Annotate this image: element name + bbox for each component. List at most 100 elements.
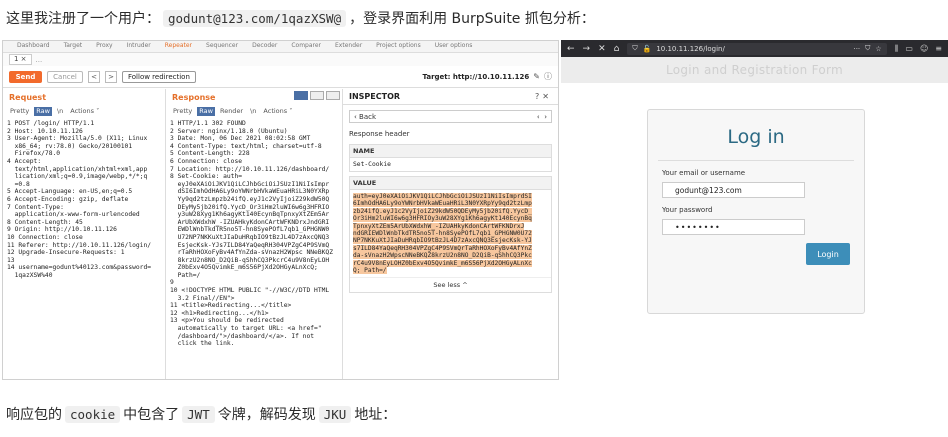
inspector-value-line: zb24ifQ.eyJ1c2VyIjoiZ29kdW50QDEyMy5jb20i… <box>353 207 532 215</box>
article-code-jwt: JWT <box>182 405 215 423</box>
repeater-panes: Request Pretty Raw \n Actions ˅ 1 POST /log… <box>3 89 558 379</box>
inspector-value-line: 6ImhOdHA6Ly9oYWNrbHVkaWEuaHRiL3N0YXRpYy9… <box>353 200 532 208</box>
page-actions-icon[interactable]: ··· <box>853 45 860 53</box>
request-line: 3 User-Agent: Mozilla/5.0 (X11; Linux <box>7 135 148 143</box>
response-line: U72NP7NKKuXtJIaDuHRqbIO9tBzJL4D7zAxcQNQ3 <box>170 233 330 241</box>
request-line: 11 Referer: http://10.10.11.126/login/ <box>7 241 152 249</box>
request-view-tabs: Pretty Raw \n Actions ˅ <box>3 105 165 117</box>
response-line: EWDlWnbTkdTR5no5T-hn8SyePOfL7qb1_GPHGNW0 <box>170 226 330 234</box>
shield-icon[interactable]: ⛉ <box>632 44 637 53</box>
insecure-lock-icon[interactable]: 🔓 <box>643 45 652 53</box>
layout-split-vertical-icon[interactable] <box>310 91 324 100</box>
response-line: click the link. <box>170 340 235 348</box>
response-line: 4 Content-Type: text/html; charset=utf-8 <box>170 142 322 150</box>
layout-tabs-icon[interactable] <box>326 91 340 100</box>
burp-tab-dashboard[interactable]: Dashboard <box>17 41 50 52</box>
inspector-value-text[interactable]: auth=eyJ0eXAiOiJKV1QiLCJhbGciOiJSUzI1NiI… <box>350 190 551 277</box>
inspector-back-bar[interactable]: ‹ Back ‹ › <box>349 110 552 123</box>
repeater-tab-more[interactable]: ... <box>36 56 43 64</box>
article-intro-prefix: 这里我注册了一个用户： <box>6 11 160 27</box>
bookmark-star-icon[interactable]: ☆ <box>875 45 881 53</box>
burp-tab-decoder[interactable]: Decoder <box>252 41 277 52</box>
burp-tab-intruder[interactable]: Intruder <box>127 41 151 52</box>
home-icon[interactable]: ⌂ <box>614 44 620 54</box>
response-line: 12 <h1>Redirecting...</h1> <box>170 309 269 317</box>
response-line: 9 <box>170 279 174 287</box>
request-line: 8 Content-Length: 45 <box>7 218 83 226</box>
follow-redirection-button[interactable]: Follow redirection <box>122 70 196 83</box>
burp-tab-target[interactable]: Target <box>64 41 83 52</box>
page-banner: Login and Registration Form <box>561 57 948 83</box>
pocket-icon[interactable]: ⛉ <box>865 44 870 53</box>
cancel-button[interactable]: Cancel <box>47 70 83 83</box>
close-icon[interactable]: ✕ <box>598 44 606 54</box>
history-forward-button[interactable]: > <box>105 70 117 83</box>
burp-tab-proxy[interactable]: Proxy <box>96 41 112 52</box>
burp-tab-user-options[interactable]: User options <box>435 41 473 52</box>
library-icon[interactable]: ⫼ <box>895 44 899 54</box>
inspector-value-header: VALUE <box>350 177 551 190</box>
address-bar[interactable]: ⛉ 🔓 10.10.11.126/login/ ··· ⛉ ☆ <box>627 42 887 55</box>
article-explanation-line: 响应包的 cookie 中包含了 JWT 令牌，解码发现 JKU 地址： <box>6 404 396 424</box>
article-text-4: 地址： <box>354 407 397 423</box>
chevron-right-icon[interactable]: › <box>544 113 547 121</box>
request-view-tab[interactable]: Pretty <box>8 107 31 116</box>
response-view-tab[interactable]: Raw <box>197 106 215 116</box>
send-button[interactable]: Send <box>9 70 42 83</box>
layout-split-horizontal-icon[interactable] <box>294 91 308 100</box>
close-icon[interactable]: ✕ <box>542 92 552 101</box>
response-line: automatically to target URL: <a href=" <box>170 325 322 333</box>
request-line: 1 POST /login/ HTTP/1.1 <box>7 120 95 127</box>
request-line: 7 Content-Type: <box>7 203 64 211</box>
request-view-tab[interactable]: Actions ˅ <box>68 107 101 116</box>
help-icon[interactable]: ⓘ <box>544 71 552 82</box>
email-field[interactable]: godunt@123.com <box>662 182 805 198</box>
password-field[interactable]: •••••••• <box>662 219 805 235</box>
response-line: 11 <title>Redirecting...</title> <box>170 302 292 310</box>
response-view-tab[interactable]: Render <box>218 107 245 116</box>
request-line: 9 Origin: http://10.10.11.126 <box>7 226 117 234</box>
target-host: Target: http://10.10.11.126 ✎ ⓘ <box>422 71 552 82</box>
response-line: /dashboard/">/dashboard/</a>. If not <box>170 332 315 340</box>
inspector-value-line: Q; Path=/ <box>353 267 387 275</box>
sidebar-icon[interactable]: ▭ <box>905 44 913 54</box>
chevron-left-icon[interactable]: ‹ <box>537 113 540 121</box>
burp-tab-sequencer[interactable]: Sequencer <box>206 41 238 52</box>
request-line: 14 username=godunt%40123.com&password= <box>7 264 152 272</box>
repeater-tab-1[interactable]: 1 × <box>9 54 32 65</box>
request-view-tab[interactable]: Raw <box>34 106 52 116</box>
password-label: Your password <box>662 206 713 214</box>
response-line: ArUbXWdxhW_-IZUAHkyKdonCArtWFKNDrxJndGRI <box>170 218 330 226</box>
response-line: rTaRhHOXoFyBv4AfYnZda-sVnazH2Wpsc NNeBKQ… <box>170 249 334 257</box>
response-editor[interactable]: 1 HTTP/1.1 302 FOUND 2 Server: nginx/1.18… <box>166 117 342 348</box>
burp-tab-project-options[interactable]: Project options <box>376 41 421 52</box>
response-view-tab[interactable]: Pretty <box>171 107 194 116</box>
see-less-button[interactable]: See less ^ <box>350 277 551 292</box>
article-text-2: 中包含了 <box>123 407 180 423</box>
firefox-toolbar: ← → ✕ ⌂ ⛉ 🔓 10.10.11.126/login/ ··· ⛉ ☆ … <box>561 40 948 57</box>
login-button[interactable]: Login <box>806 243 850 265</box>
edit-target-icon[interactable]: ✎ <box>533 72 540 81</box>
forward-arrow-icon[interactable]: → <box>583 44 591 54</box>
request-editor[interactable]: 1 POST /login/ HTTP/1.1 2 Host: 10.10.11.… <box>3 117 165 279</box>
burp-tab-repeater[interactable]: Repeater <box>165 41 192 52</box>
back-arrow-icon[interactable]: ← <box>567 44 575 54</box>
burp-tab-extender[interactable]: Extender <box>335 41 362 52</box>
request-view-tab[interactable]: \n <box>55 107 65 116</box>
menu-icon[interactable]: ≡ <box>935 44 942 54</box>
request-line: Firefox/78.0 <box>7 150 61 158</box>
burp-tab-comparer[interactable]: Comparer <box>291 41 321 52</box>
response-view-tab[interactable]: \n <box>248 107 258 116</box>
request-line: 6 Accept-Encoding: gzip, deflate <box>7 195 129 203</box>
history-back-button[interactable]: < <box>88 70 100 83</box>
response-view-tab[interactable]: Actions ˅ <box>261 107 294 116</box>
layout-toggle <box>294 91 340 100</box>
inspector-back-label: Back <box>359 112 377 121</box>
request-line: 2 Host: 10.10.11.126 <box>7 127 83 135</box>
response-line: eyJ0eXAiOiJKV1QiLCJhbGciOiJSUzI1NiIsImpr <box>170 180 330 188</box>
inspector-name-value[interactable]: Set-Cookie <box>350 158 551 171</box>
response-line: 2 Server: nginx/1.18.0 (Ubuntu) <box>170 127 288 135</box>
request-line: lication/xml;q=0.9,image/webp,*/*;q <box>7 173 148 181</box>
account-icon[interactable]: ☺ <box>920 44 928 54</box>
response-line: Yy9qd2tzLmpzb24ifQ.eyJ1c2VyIjoiZ29kdW50Q <box>170 195 330 203</box>
